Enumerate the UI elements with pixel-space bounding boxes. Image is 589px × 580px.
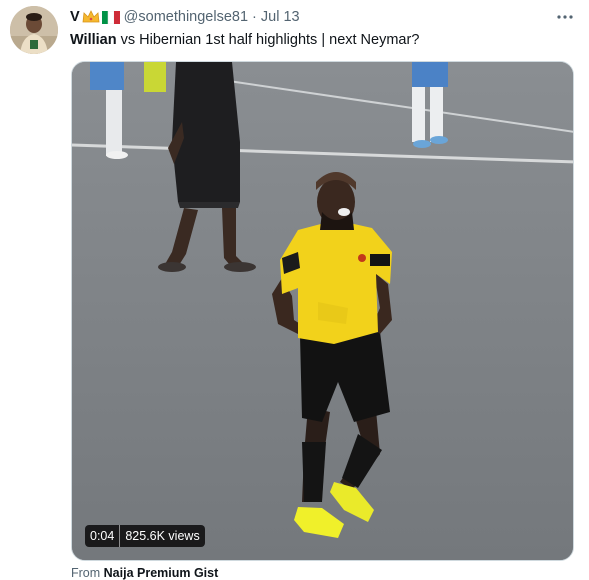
more-horizontal-icon[interactable]	[553, 7, 577, 27]
tweet-text: Willian vs Hibernian 1st half highlights…	[70, 31, 577, 49]
tweet-text-bold: Willian	[70, 32, 117, 48]
avatar-image	[10, 6, 58, 54]
avatar[interactable]	[10, 6, 58, 54]
video-source-link[interactable]: Naija Premium Gist	[104, 566, 219, 580]
video-player[interactable]: 0:04 825.6K views	[71, 61, 574, 561]
video-overlay: 0:04 825.6K views	[85, 525, 205, 547]
crown-emoji	[82, 10, 100, 24]
display-name[interactable]: V	[70, 9, 80, 25]
video-frame	[72, 62, 573, 560]
video-views: 825.6K views	[120, 525, 205, 547]
separator-dot: ·	[252, 9, 257, 25]
italy-flag-emoji	[101, 10, 120, 24]
video-source-prefix: From	[71, 566, 104, 580]
tweet-text-rest: vs Hibernian 1st half highlights | next …	[116, 32, 420, 48]
tweet-header: V @somethingelse81 · Jul 13	[70, 7, 577, 27]
video-source: From Naija Premium Gist	[71, 566, 218, 580]
tweet[interactable]: V @somethingelse81 · Jul 13 Willian vs H…	[0, 0, 589, 580]
video-time: 0:04	[85, 525, 121, 547]
tweet-date[interactable]: Jul 13	[261, 9, 300, 25]
user-handle[interactable]: @somethingelse81	[124, 9, 248, 25]
